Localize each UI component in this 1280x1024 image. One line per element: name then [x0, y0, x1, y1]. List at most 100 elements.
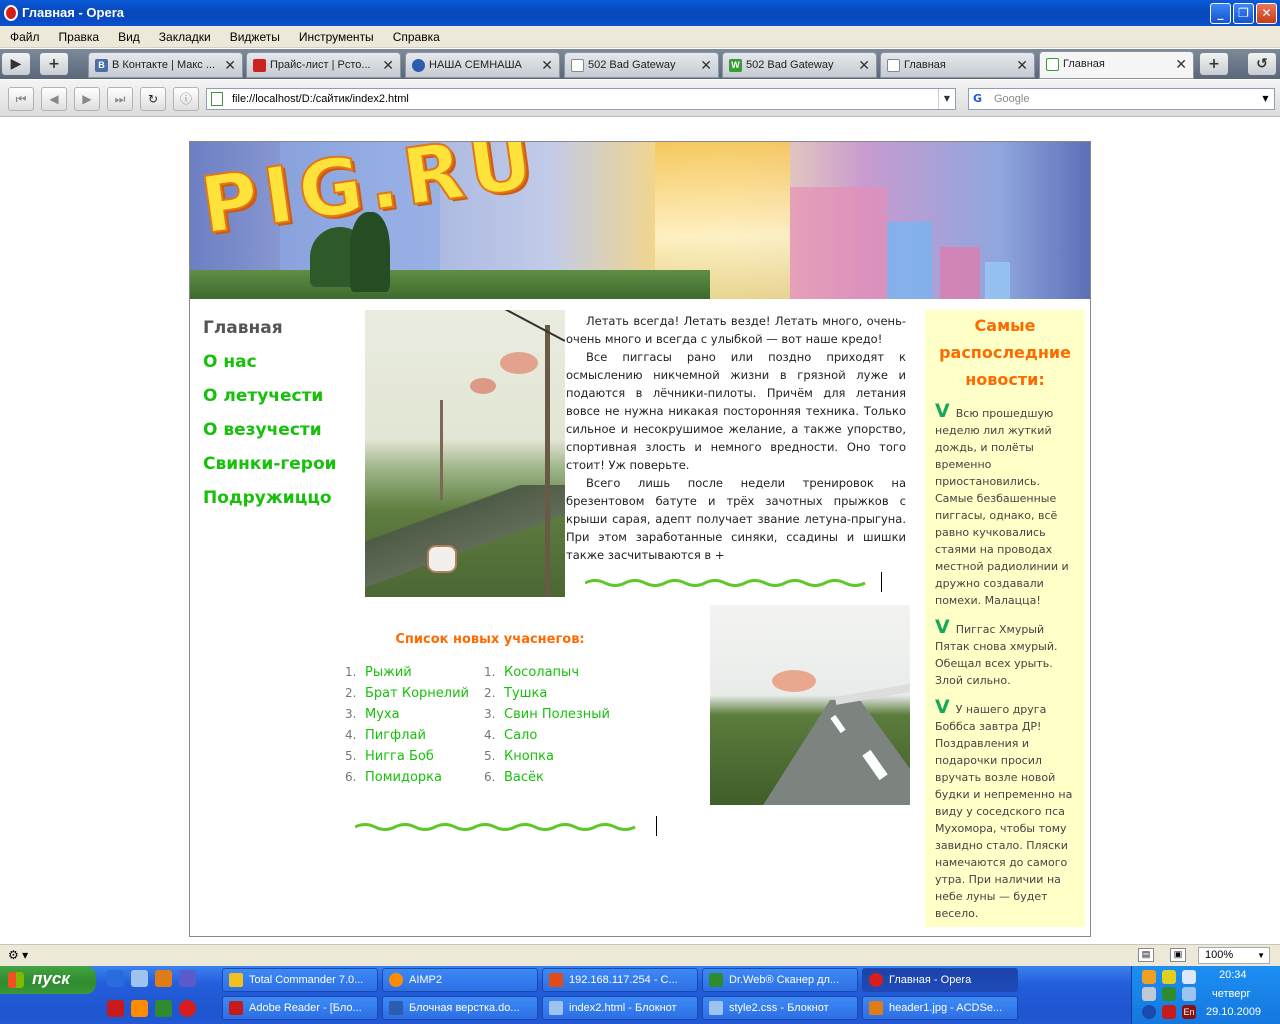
nav-luck[interactable]: О везучести [203, 420, 363, 454]
task-total-commander[interactable]: Total Commander 7.0... [222, 968, 378, 992]
quicklaunch-icon[interactable] [179, 970, 196, 987]
tab-bad-gateway-1[interactable]: 502 Bad Gateway ✕ [564, 52, 719, 78]
list-item: 4. Пигфлай [345, 728, 426, 743]
task-notepad-html[interactable]: index2.html - Блокнот [542, 996, 698, 1020]
task-word-doc[interactable]: Блочная верстка.do... [382, 996, 538, 1020]
new-tab-icon[interactable]: + [40, 53, 68, 75]
tray-bluetooth-icon[interactable] [1142, 1005, 1156, 1019]
text-paragraph: Всего лишь после недели тренировок на бр… [566, 476, 906, 562]
trash-closed-tabs-icon[interactable]: ↺ [1248, 53, 1276, 75]
tab-close-icon[interactable]: ✕ [700, 57, 712, 74]
nav-flying[interactable]: О летучести [203, 386, 363, 420]
start-label: пуск [32, 969, 70, 988]
banner-block [887, 222, 932, 299]
task-router[interactable]: 192.168.117.254 - С... [542, 968, 698, 992]
system-tray: En 20:34 четверг 29.10.2009 [1131, 966, 1280, 1024]
text-paragraph: Все пиггасы рано или поздно приходят к о… [566, 350, 906, 472]
status-bar: ⚙ ▾ ▤ ▣ 100% ▼ [0, 944, 1280, 966]
windows-flag-icon [8, 972, 24, 988]
menu-tools[interactable]: Инструменты [289, 26, 383, 44]
vk-favicon-icon: B [95, 59, 108, 72]
banner-block [790, 187, 887, 299]
zoom-select[interactable]: 100% ▼ [1198, 947, 1270, 964]
reload-icon[interactable]: ↻ [140, 87, 166, 111]
close-window-button[interactable]: ✕ [1256, 3, 1277, 24]
news-item: VУ нашего друга Боббса завтра ДР! Поздра… [935, 696, 1073, 921]
tray-volume-icon[interactable] [1142, 987, 1156, 1001]
tray-icon[interactable] [1142, 970, 1156, 984]
security-info-icon[interactable]: ⓘ [173, 87, 199, 111]
app-icon [229, 973, 243, 987]
app-icon [709, 1001, 723, 1015]
tab-close-icon[interactable]: ✕ [1016, 57, 1028, 74]
rewind-icon[interactable]: ⏮ [8, 87, 34, 111]
tab-bad-gateway-2[interactable]: W 502 Bad Gateway ✕ [722, 52, 877, 78]
quicklaunch-icon[interactable] [155, 1000, 172, 1017]
quicklaunch-icon[interactable] [107, 970, 124, 987]
tray-icon[interactable] [1162, 1005, 1176, 1019]
text-cursor [881, 572, 882, 592]
list-item: 6. Васёк [484, 770, 544, 785]
tab-close-icon[interactable]: ✕ [858, 57, 870, 74]
tab-glavnaya-active[interactable]: Главная ✕ [1039, 51, 1194, 79]
photo-pig [470, 378, 496, 394]
address-field[interactable]: file://localhost/D:/сайтик/index2.html ▼ [206, 88, 956, 110]
quicklaunch-icon[interactable] [131, 1000, 148, 1017]
task-notepad-css[interactable]: style2.css - Блокнот [702, 996, 858, 1020]
tab-price-list[interactable]: Прайс-лист | Рсто... ✕ [246, 52, 401, 78]
tray-network-icon[interactable] [1182, 970, 1196, 984]
task-adobe-reader[interactable]: Adobe Reader - [Бло... [222, 996, 378, 1020]
start-button[interactable]: пуск [0, 966, 96, 994]
tab-nasha-semnasha[interactable]: НАША СЕМНАША ✕ [405, 52, 560, 78]
page-view-icon[interactable]: ▤ [1138, 948, 1154, 962]
search-dropdown-icon[interactable]: ▼ [1257, 89, 1274, 109]
menu-edit[interactable]: Правка [49, 26, 109, 44]
page-viewport: PIG.RU Главная О нас О летучести О везуч… [0, 118, 1280, 944]
task-drweb[interactable]: Dr.Web® Сканер дл... [702, 968, 858, 992]
nav-heroes[interactable]: Свинки-герои [203, 454, 363, 488]
minimize-button[interactable]: _ [1210, 3, 1231, 24]
address-dropdown-icon[interactable]: ▼ [938, 89, 955, 109]
task-aimp[interactable]: AIMP2 [382, 968, 538, 992]
main-text: Летать всегда! Летать везде! Летать мног… [566, 312, 906, 564]
tray-icon[interactable] [1162, 987, 1176, 1001]
quicklaunch-opera-icon[interactable] [179, 1000, 196, 1017]
task-acdsee[interactable]: header1.jpg - ACDSe... [862, 996, 1018, 1020]
menu-help[interactable]: Справка [383, 26, 449, 44]
tab-glavnaya-1[interactable]: Главная ✕ [880, 52, 1035, 78]
fast-forward-icon[interactable]: ⏭ [107, 87, 133, 111]
quicklaunch-icon[interactable] [131, 970, 148, 987]
site-container: PIG.RU Главная О нас О летучести О везуч… [189, 141, 1091, 937]
menu-widgets[interactable]: Виджеты [220, 26, 289, 44]
nav-home[interactable]: Главная [203, 318, 363, 352]
back-icon[interactable]: ◀ [41, 87, 67, 111]
windows-taskbar: пуск Total Commander 7.0... AIMP2 192.16… [0, 966, 1280, 1024]
language-indicator-icon[interactable]: En [1182, 1005, 1196, 1019]
panels-toggle-icon[interactable]: ▶ [2, 53, 30, 75]
quicklaunch-icon[interactable] [107, 1000, 124, 1017]
photo-pole [545, 325, 550, 597]
tab-vkontakte[interactable]: B В Контакте | Макс ... ✕ [88, 52, 243, 78]
nav-about[interactable]: О нас [203, 352, 363, 386]
decorative-divider [584, 572, 882, 592]
tray-icon[interactable] [1182, 987, 1196, 1001]
task-opera[interactable]: Главная - Opera [862, 968, 1018, 992]
menu-view[interactable]: Вид [108, 26, 149, 44]
tab-close-icon[interactable]: ✕ [382, 57, 394, 74]
forward-icon[interactable]: ▶ [74, 87, 100, 111]
search-field[interactable]: G Google ▼ [968, 88, 1275, 110]
new-tab-plus-icon[interactable]: + [1200, 53, 1228, 75]
app-icon [869, 1001, 883, 1015]
tab-close-icon[interactable]: ✕ [1175, 56, 1187, 73]
tray-icon[interactable] [1162, 970, 1176, 984]
image-view-icon[interactable]: ▣ [1170, 948, 1186, 962]
menu-bookmarks[interactable]: Закладки [149, 26, 220, 44]
maximize-button[interactable]: ❐ [1233, 3, 1254, 24]
flying-pigs-photo [365, 310, 565, 597]
nav-friends[interactable]: Подружиццо [203, 488, 363, 522]
tab-close-icon[interactable]: ✕ [541, 57, 553, 74]
menu-file[interactable]: Файл [0, 26, 49, 44]
tab-close-icon[interactable]: ✕ [224, 57, 236, 74]
quicklaunch-icon[interactable] [155, 970, 172, 987]
settings-icon[interactable]: ⚙ ▾ [8, 948, 28, 962]
